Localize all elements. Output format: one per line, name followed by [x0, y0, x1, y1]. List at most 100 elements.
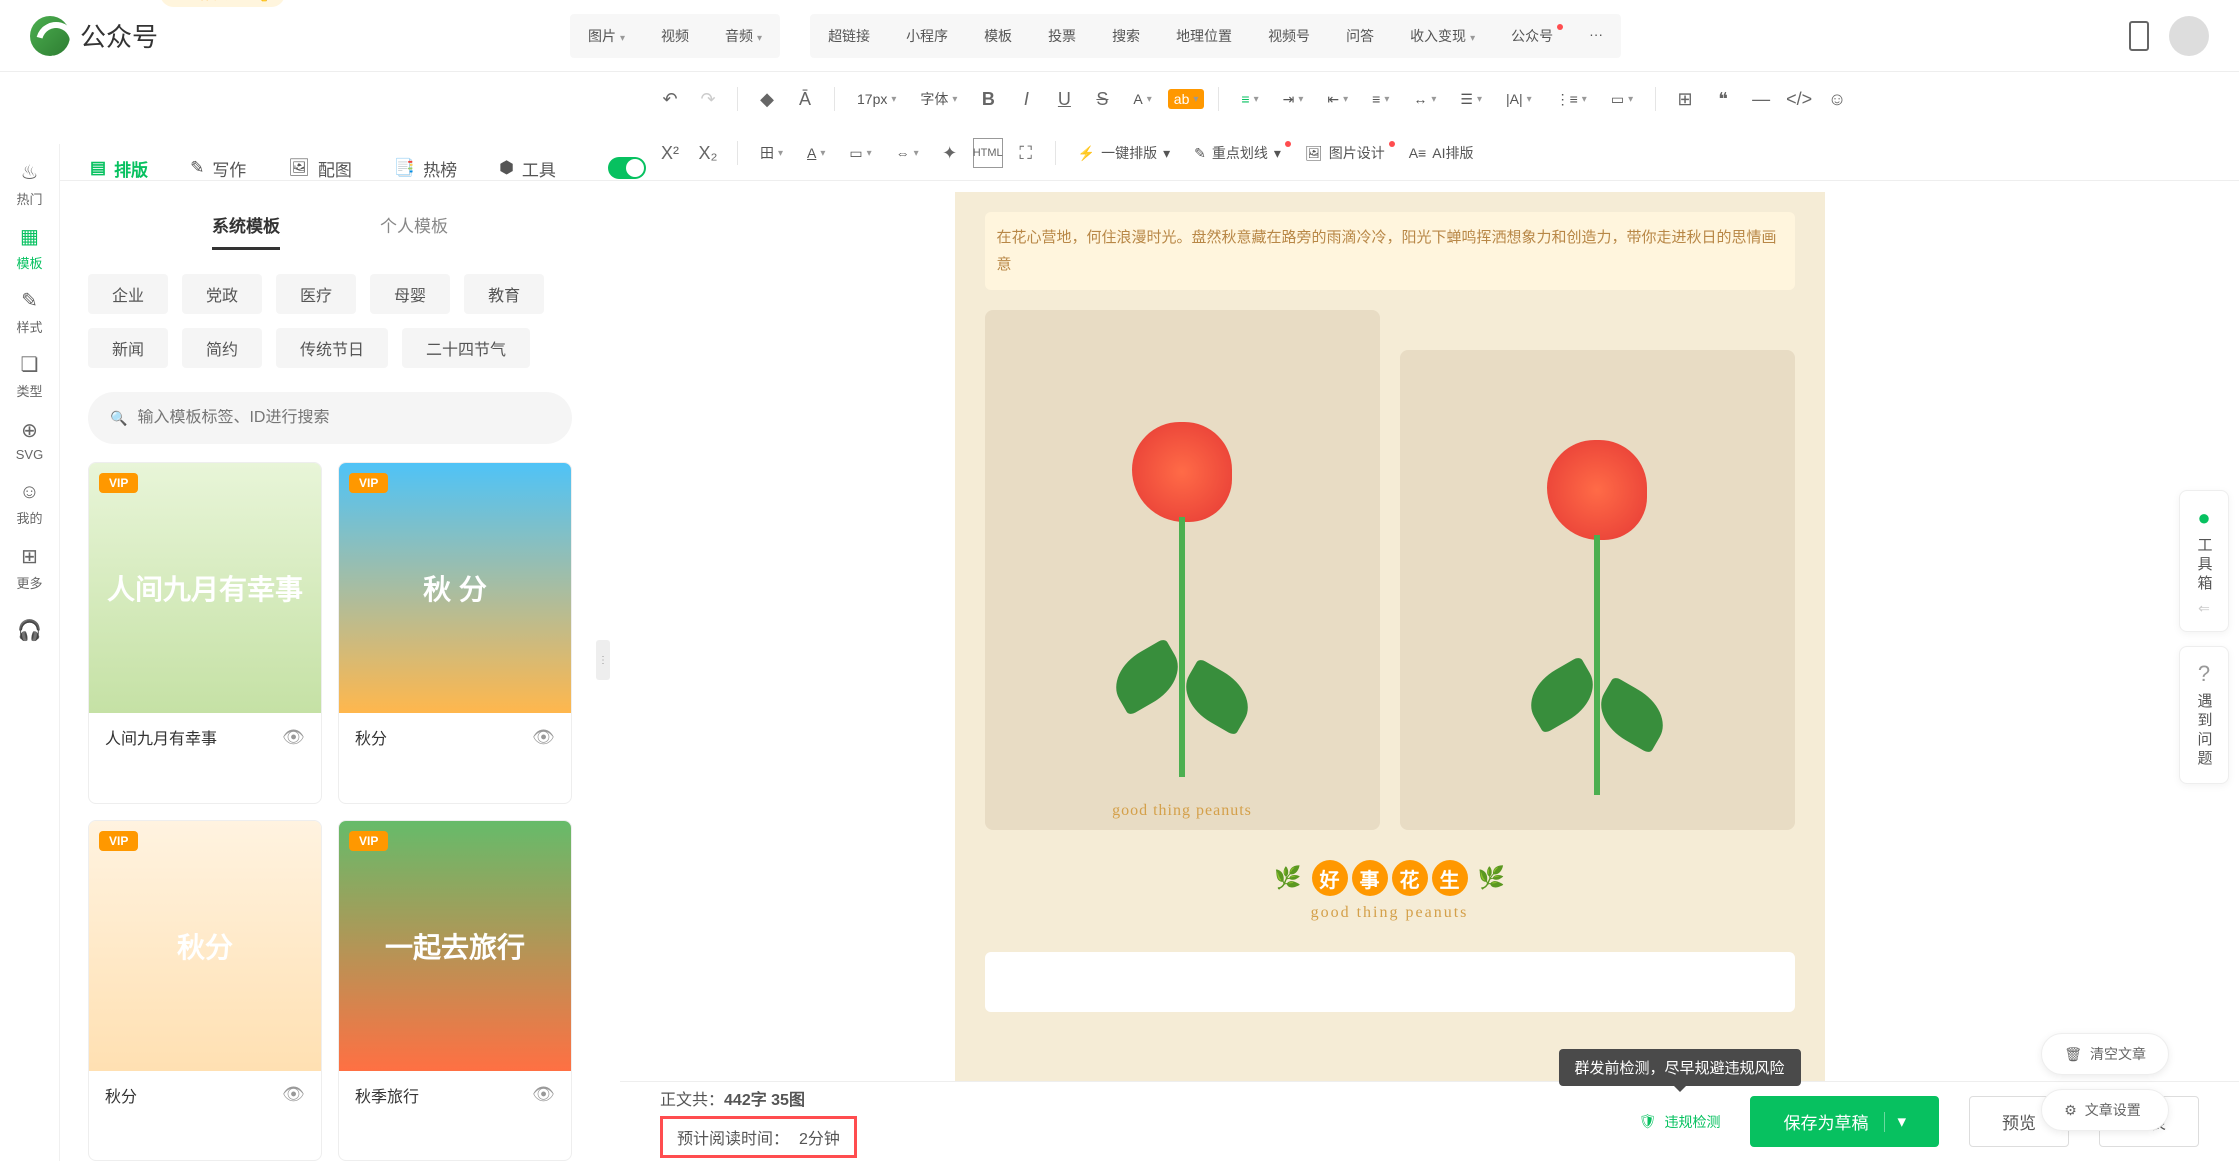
right-rail: ● 工具箱 ⇐ ? 遇到问题 [2169, 480, 2239, 794]
editor-canvas[interactable]: 在花心营地，何住浪漫时光。盘然秋意藏在路旁的雨滴冷冷，阳光下蝉鸣挥洒想象力和创造… [955, 192, 1825, 1081]
image-card-2[interactable] [1400, 350, 1795, 830]
menu-图片[interactable]: 图片 [570, 14, 643, 58]
menu-地理位置[interactable]: 地理位置 [1158, 14, 1250, 58]
template-name: 秋分 [355, 725, 387, 749]
rail-更多[interactable]: ⊞更多 [5, 538, 55, 598]
vip-badge: VIP [349, 473, 388, 493]
letter-spacing-button[interactable]: ↔ [1405, 91, 1444, 107]
rail-样式[interactable]: ✎样式 [5, 282, 55, 342]
quote-button[interactable]: ❝ [1708, 84, 1738, 114]
tag-新闻[interactable]: 新闻 [88, 328, 168, 368]
menu-问答[interactable]: 问答 [1328, 14, 1392, 58]
sec-tab-排版[interactable]: ▤排版 [90, 156, 148, 181]
underline-button[interactable]: U [1049, 84, 1079, 114]
menu-小程序[interactable]: 小程序 [888, 14, 966, 58]
line-height-button[interactable]: ≡ [1364, 91, 1397, 107]
table-button[interactable]: ⊞ [1670, 84, 1700, 114]
template-card[interactable]: VIP一起去旅行秋季旅行👁 [338, 820, 572, 1161]
logo-text: 公众号 [80, 17, 158, 54]
clear-article-button[interactable]: 🗑清空文章 [2041, 1033, 2169, 1075]
font-size-select[interactable]: 17px [849, 91, 904, 107]
mobile-preview-icon[interactable] [2129, 21, 2149, 51]
tag-母婴[interactable]: 母婴 [370, 274, 450, 314]
rail-热门[interactable]: ♨热门 [5, 154, 55, 214]
toolbox-icon: ● [2197, 505, 2210, 531]
sec-tab-热榜[interactable]: 📑热榜 [394, 156, 457, 181]
tag-简约[interactable]: 简约 [182, 328, 262, 368]
feedback-button[interactable]: ? 遇到问题 [2179, 646, 2229, 784]
dropdown-icon[interactable]: ▾ [1884, 1112, 1906, 1132]
vip-badge: VIP [99, 473, 138, 493]
template-card[interactable]: VIP人间九月有幸事人间九月有幸事👁 [88, 462, 322, 804]
clear-format-icon[interactable]: Ā [790, 84, 820, 114]
menu-公众号[interactable]: 公众号 [1493, 14, 1571, 58]
sec-tab-工具[interactable]: ⬢工具 [499, 156, 556, 181]
image-card-1[interactable]: good thing peanuts [985, 310, 1380, 830]
align-button[interactable]: ≡ [1233, 91, 1266, 107]
menu-投票[interactable]: 投票 [1030, 14, 1094, 58]
text-direction-button[interactable]: |A| [1498, 91, 1540, 107]
search-input[interactable] [137, 409, 550, 427]
sec-tab-配图[interactable]: 🖼配图 [288, 156, 352, 181]
template-card[interactable]: VIP秋 分秋分👁 [338, 462, 572, 804]
vip-badge: VIP [349, 831, 388, 851]
bg-color-button[interactable]: ▭ [1603, 91, 1641, 108]
toggle-switch[interactable] [608, 157, 646, 179]
toolbox-button[interactable]: ● 工具箱 ⇐ [2179, 490, 2229, 632]
outdent-button[interactable]: ⇤ [1319, 91, 1356, 108]
article-settings-button[interactable]: ⚙文章设置 [2041, 1089, 2169, 1131]
highlight-button[interactable]: ab [1168, 89, 1205, 109]
menu-搜索[interactable]: 搜索 [1094, 14, 1158, 58]
menu-收入变现[interactable]: 收入变现 [1392, 14, 1493, 58]
indent-button[interactable]: ⇥ [1275, 91, 1312, 108]
rail-我的[interactable]: ☺我的 [5, 474, 55, 534]
bullet-list-button[interactable]: ⋮≡ [1548, 91, 1595, 108]
tag-传统节日[interactable]: 传统节日 [276, 328, 388, 368]
panel-drag-handle[interactable]: ⋮ [596, 640, 610, 680]
menu-音频[interactable]: 音频 [707, 14, 780, 58]
decorative-title: 🌿 好事花生 🌿 [985, 860, 1795, 896]
tag-企业[interactable]: 企业 [88, 274, 168, 314]
preview-icon[interactable]: 👁 [282, 1084, 305, 1105]
placeholder-block[interactable] [985, 952, 1795, 1012]
text-color-button[interactable]: A [1125, 91, 1159, 107]
rail-类型[interactable]: ❏类型 [5, 346, 55, 406]
font-family-select[interactable]: 字体 [912, 89, 965, 109]
code-button[interactable]: </> [1784, 84, 1814, 114]
template-panel: 系统模板 个人模板 企业党政医疗母婴教育新闻简约传统节日二十四节气 🔍 VIP人间… [60, 192, 600, 1161]
menu-模板[interactable]: 模板 [966, 14, 1030, 58]
panel-tab-系统模板[interactable]: 系统模板 [212, 212, 280, 250]
preview-icon[interactable]: 👁 [282, 727, 305, 748]
tag-二十四节气[interactable]: 二十四节气 [402, 328, 530, 368]
tag-党政[interactable]: 党政 [182, 274, 262, 314]
list-button[interactable]: ☰ [1452, 91, 1490, 108]
menu-视频号[interactable]: 视频号 [1250, 14, 1328, 58]
intro-text[interactable]: 在花心营地，何住浪漫时光。盘然秋意藏在路旁的雨滴冷冷，阳光下蝉鸣挥洒想象力和创造… [985, 212, 1795, 290]
deco-badge: 花 [1392, 860, 1428, 896]
emoji-button[interactable]: ☺ [1822, 84, 1852, 114]
preview-icon[interactable]: 👁 [532, 1084, 555, 1105]
bold-button[interactable]: B [973, 84, 1003, 114]
menu-视频[interactable]: 视频 [643, 14, 707, 58]
redo-button[interactable]: ↷ [693, 84, 723, 114]
menu-···[interactable]: ··· [1571, 14, 1621, 58]
template-search[interactable]: 🔍 [88, 392, 572, 444]
template-card[interactable]: VIP秋分秋分👁 [88, 820, 322, 1161]
rail-模板[interactable]: ▦模板 [5, 218, 55, 278]
rail-SVG[interactable]: ⊕SVG [5, 410, 55, 470]
rail-support[interactable]: 🎧 [5, 602, 55, 662]
format-painter-icon[interactable]: ◆ [752, 84, 782, 114]
strikethrough-button[interactable]: S [1087, 84, 1117, 114]
undo-button[interactable]: ↶ [655, 84, 685, 114]
tag-医疗[interactable]: 医疗 [276, 274, 356, 314]
panel-tab-个人模板[interactable]: 个人模板 [380, 212, 448, 250]
save-draft-button[interactable]: 保存为草稿▾ [1750, 1096, 1939, 1147]
preview-icon[interactable]: 👁 [532, 727, 555, 748]
hr-button[interactable]: — [1746, 84, 1776, 114]
menu-超链接[interactable]: 超链接 [810, 14, 888, 58]
sec-tab-写作[interactable]: ✎写作 [190, 156, 246, 181]
user-avatar[interactable] [2169, 16, 2209, 56]
violation-check-button[interactable]: 群发前检测，尽早规避违规风险 🛡 违规检测 [1639, 1112, 1721, 1132]
tag-教育[interactable]: 教育 [464, 274, 544, 314]
italic-button[interactable]: I [1011, 84, 1041, 114]
